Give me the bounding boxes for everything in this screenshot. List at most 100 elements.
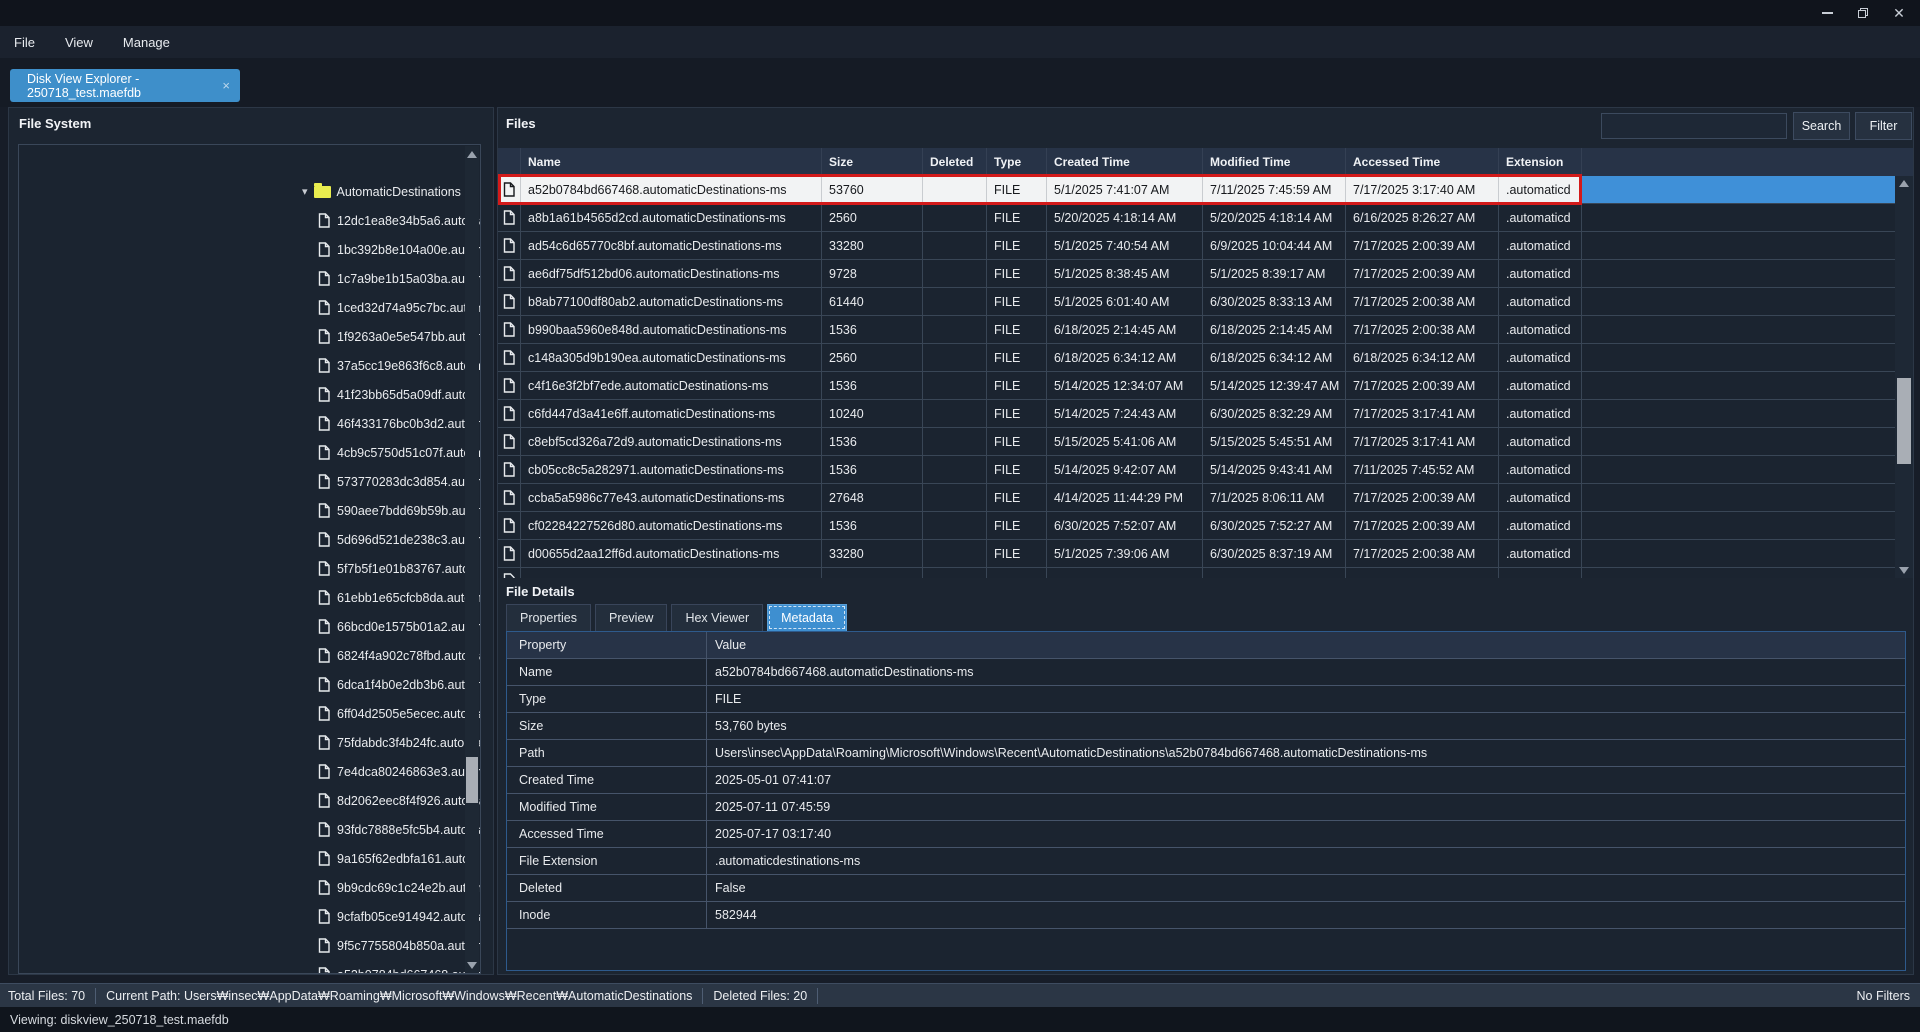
- table-row[interactable]: a8b1a61b4565d2cd.automaticDestinations-m…: [498, 204, 1913, 232]
- tree-item-file[interactable]: 9f5c7755804b850a.automa: [19, 931, 480, 960]
- property-row[interactable]: Inode 582944: [507, 902, 1905, 929]
- tree-item-file[interactable]: 12dc1ea8e34b5a6.automat: [19, 206, 480, 235]
- restore-button[interactable]: [1848, 0, 1878, 26]
- tree-item-file[interactable]: 7e4dca80246863e3.automa: [19, 757, 480, 786]
- property-row[interactable]: File Extension .automaticdestinations-ms: [507, 848, 1905, 875]
- table-row[interactable]: b990baa5960e848d.automaticDestinations-m…: [498, 316, 1913, 344]
- table-row[interactable]: c4f16e3f2bf7ede.automaticDestinations-ms…: [498, 372, 1913, 400]
- tab-close-icon[interactable]: ×: [222, 78, 230, 93]
- tree-item-file[interactable]: 4cb9c5750d51c07f.automat: [19, 438, 480, 467]
- cell-accessed-time: 7/17/2025 3:17:41 AM: [1346, 400, 1499, 427]
- minimize-button[interactable]: [1812, 0, 1842, 26]
- tree-item-file[interactable]: 66bcd0e1575b01a2.automa: [19, 612, 480, 641]
- property-table-header: Property Value: [507, 632, 1905, 659]
- chevron-down-icon[interactable]: ▾: [302, 185, 308, 198]
- menu-view[interactable]: View: [50, 35, 108, 50]
- tab-disk-view-explorer[interactable]: Disk View Explorer - 250718_test.maefdb …: [10, 69, 240, 102]
- tree-item-file[interactable]: 8d2062eec8f4f926.automat: [19, 786, 480, 815]
- table-row[interactable]: ae6df75df512bd06.automaticDestinations-m…: [498, 260, 1913, 288]
- table-row[interactable]: b8ab77100df80ab2.automaticDestinations-m…: [498, 288, 1913, 316]
- property-row[interactable]: Created Time 2025-05-01 07:41:07: [507, 767, 1905, 794]
- tree-item-file[interactable]: 5f7b5f1e01b83767.automat: [19, 554, 480, 583]
- table-row[interactable]: ccba5a5986c77e43.automaticDestinations-m…: [498, 484, 1913, 512]
- scroll-down-icon[interactable]: [1899, 567, 1909, 574]
- header-icon-col[interactable]: [498, 148, 521, 176]
- search-button[interactable]: Search: [1793, 112, 1850, 140]
- property-row[interactable]: Accessed Time 2025-07-17 03:17:40: [507, 821, 1905, 848]
- header-size[interactable]: Size: [822, 148, 923, 176]
- files-scrollbar-thumb[interactable]: [1897, 378, 1911, 464]
- tree-item-file[interactable]: 6ff04d2505e5ecec.automat: [19, 699, 480, 728]
- tree-scrollbar[interactable]: [465, 146, 479, 974]
- tree-item-file[interactable]: a52b0784bd667468.automat: [19, 960, 480, 974]
- search-input[interactable]: [1601, 113, 1787, 139]
- tree-item-file[interactable]: 1ced32d74a95c7bc.automa: [19, 293, 480, 322]
- tree-item-file[interactable]: 573770283dc3d854.automa: [19, 467, 480, 496]
- table-row[interactable]: cf02284227526d80.automaticDestinations-m…: [498, 512, 1913, 540]
- tree-item-file[interactable]: 5d696d521de238c3.automa: [19, 525, 480, 554]
- tree-item-file[interactable]: 6dca1f4b0e2db3b6.automa: [19, 670, 480, 699]
- cell-deleted: [923, 316, 987, 343]
- property-row[interactable]: Path Users\insec\AppData\Roaming\Microso…: [507, 740, 1905, 767]
- header-deleted[interactable]: Deleted: [923, 148, 987, 176]
- tree-item-file[interactable]: 1f9263a0e5e547bb.automa: [19, 322, 480, 351]
- file-icon: [318, 503, 330, 518]
- cell-deleted: [923, 204, 987, 231]
- file-icon: [318, 474, 330, 489]
- table-row[interactable]: cb05cc8c5a282971.automaticDestinations-m…: [498, 456, 1913, 484]
- cell-type: FILE: [987, 428, 1047, 455]
- property-row[interactable]: Size 53,760 bytes: [507, 713, 1905, 740]
- table-row[interactable]: d00655d2aa12ff6d.automaticDestinations-m…: [498, 540, 1913, 568]
- tree-item-file[interactable]: 1bc392b8e104a00e.automa: [19, 235, 480, 264]
- tree-item-label: 93fdc7888e5fc5b4.automat: [337, 823, 481, 837]
- tab-preview[interactable]: Preview: [595, 604, 667, 631]
- tree-scrollbar-thumb[interactable]: [466, 757, 478, 803]
- header-type[interactable]: Type: [987, 148, 1047, 176]
- header-modified-time[interactable]: Modified Time: [1203, 148, 1346, 176]
- property-row[interactable]: Name a52b0784bd667468.automaticDestinati…: [507, 659, 1905, 686]
- menu-file[interactable]: File: [0, 35, 50, 50]
- header-extension[interactable]: Extension: [1499, 148, 1582, 176]
- tree-item-file[interactable]: 37a5cc19e863f6c8.automat: [19, 351, 480, 380]
- property-row[interactable]: Modified Time 2025-07-11 07:45:59: [507, 794, 1905, 821]
- header-name[interactable]: Name: [521, 148, 822, 176]
- scroll-up-icon[interactable]: [467, 151, 477, 158]
- cell-extension: .automaticd: [1499, 484, 1582, 511]
- close-button[interactable]: ✕: [1884, 0, 1914, 26]
- header-created-time[interactable]: Created Time: [1047, 148, 1203, 176]
- table-row-selected[interactable]: a52b0784bd667468.automaticDestinations-m…: [498, 176, 1913, 204]
- tree-item-file[interactable]: 75fdabdc3f4b24fc.automati: [19, 728, 480, 757]
- tab-metadata[interactable]: Metadata: [767, 604, 847, 631]
- scroll-up-icon[interactable]: [1899, 180, 1909, 187]
- property-value: .automaticdestinations-ms: [707, 848, 1905, 874]
- header-accessed-time[interactable]: Accessed Time: [1346, 148, 1499, 176]
- tree-item-file[interactable]: 41f23bb65d5a09df.automa: [19, 380, 480, 409]
- property-row[interactable]: Type FILE: [507, 686, 1905, 713]
- menu-manage[interactable]: Manage: [108, 35, 185, 50]
- table-row[interactable]: c8ebf5cd326a72d9.automaticDestinations-m…: [498, 428, 1913, 456]
- tree-item-file[interactable]: 9cfafb05ce914942.automat: [19, 902, 480, 931]
- tree-item-label: 8d2062eec8f4f926.automat: [337, 794, 481, 808]
- tree-item-file[interactable]: 9b9cdc69c1c24e2b.automa: [19, 873, 480, 902]
- scroll-down-icon[interactable]: [467, 962, 477, 969]
- tree-item-file[interactable]: 46f433176bc0b3d2.automa: [19, 409, 480, 438]
- tree-item-file[interactable]: 9a165f62edbfa161.automat: [19, 844, 480, 873]
- status-current-path: Current Path: Users₩insec₩AppData₩Roamin…: [96, 988, 703, 1004]
- tab-hex-viewer[interactable]: Hex Viewer: [671, 604, 763, 631]
- table-row[interactable]: c148a305d9b190ea.automaticDestinations-m…: [498, 344, 1913, 372]
- cell-accessed-time: 7/11/2025 7:45:52 AM: [1346, 456, 1499, 483]
- table-row[interactable]: ad54c6d65770c8bf.automaticDestinations-m…: [498, 232, 1913, 260]
- tab-properties[interactable]: Properties: [506, 604, 591, 631]
- table-row[interactable]: c6fd447d3a41e6ff.automaticDestinations-m…: [498, 400, 1913, 428]
- property-value: 2025-05-01 07:41:07: [707, 767, 1905, 793]
- tree-item-file[interactable]: 590aee7bdd69b59b.autom: [19, 496, 480, 525]
- tree-item-file[interactable]: 93fdc7888e5fc5b4.automat: [19, 815, 480, 844]
- tree-item-file[interactable]: 6824f4a902c78fbd.automat: [19, 641, 480, 670]
- tree-item-folder[interactable]: ▾ AutomaticDestinations: [19, 177, 480, 206]
- file-icon-cell: [498, 372, 521, 399]
- files-scrollbar[interactable]: [1895, 176, 1913, 578]
- filter-button[interactable]: Filter: [1855, 112, 1912, 140]
- tree-item-file[interactable]: 61ebb1e65cfcb8da.automa: [19, 583, 480, 612]
- tree-item-file[interactable]: 1c7a9be1b15a03ba.automa: [19, 264, 480, 293]
- property-row[interactable]: Deleted False: [507, 875, 1905, 902]
